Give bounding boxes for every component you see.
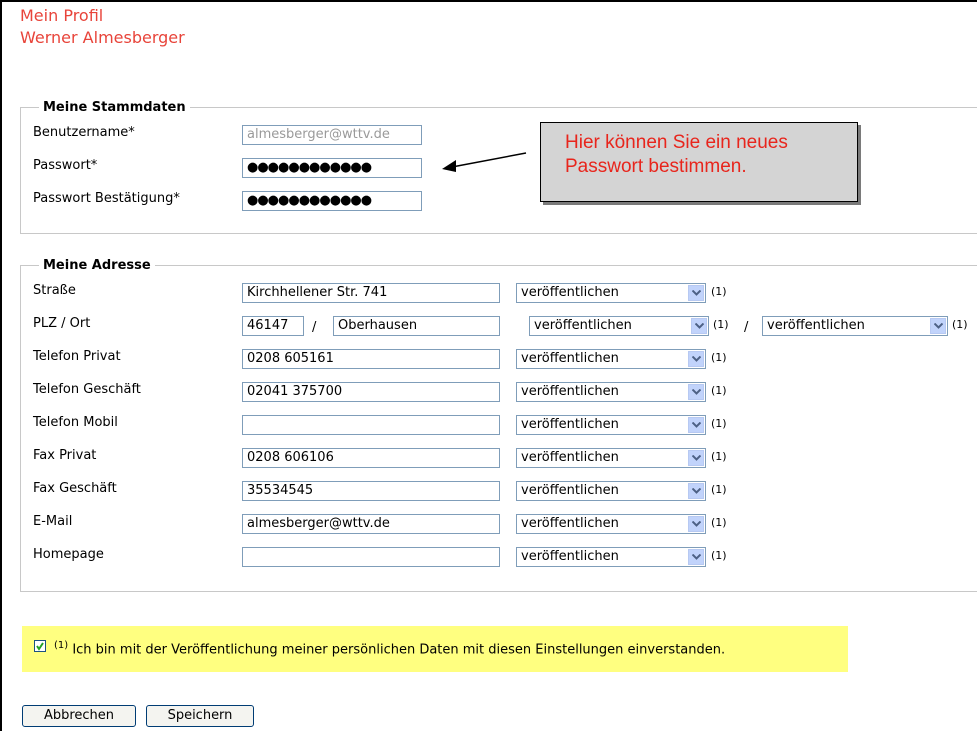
callout-arrow-icon (442, 152, 527, 172)
zip-city-slash: / (312, 320, 317, 335)
city-field[interactable]: Oberhausen (333, 316, 500, 336)
chevron-down-icon (688, 351, 704, 367)
zip-publish-select[interactable]: veröffentlichen (529, 316, 709, 336)
fax-private-publish-value: veröffentlichen (521, 450, 619, 465)
cancel-button[interactable]: Abbrechen (22, 705, 136, 727)
street-publish-select[interactable]: veröffentlichen (516, 283, 706, 303)
homepage-field[interactable] (242, 547, 500, 567)
consent-text: (1) Ich bin mit der Veröffentlichung mei… (54, 640, 725, 657)
phone-private-footnote: (1) (711, 351, 727, 364)
homepage-footnote: (1) (711, 549, 727, 562)
consent-checkbox[interactable] (34, 640, 46, 652)
password-label: Passwort* (33, 158, 98, 173)
chevron-down-icon (688, 384, 704, 400)
save-button[interactable]: Speichern (146, 705, 254, 727)
chevron-down-icon (688, 549, 704, 565)
fax-private-label: Fax Privat (33, 448, 97, 463)
phone-mobile-field[interactable] (242, 415, 500, 435)
fax-private-footnote: (1) (711, 450, 727, 463)
fax-business-field[interactable]: 35534545 (242, 481, 500, 501)
username-field[interactable]: almesberger@wttv.de (242, 125, 422, 145)
street-field[interactable]: Kirchhellener Str. 741 (242, 283, 500, 303)
zip-footnote: (1) (713, 318, 729, 331)
homepage-publish-select[interactable]: veröffentlichen (516, 547, 706, 567)
chevron-down-icon (688, 285, 704, 301)
phone-private-field[interactable]: 0208 605161 (242, 349, 500, 369)
phone-mobile-publish-value: veröffentlichen (521, 417, 619, 432)
username-label: Benutzername* (33, 125, 135, 140)
phone-mobile-label: Telefon Mobil (33, 415, 118, 430)
page-title: Mein Profil (20, 6, 104, 25)
stammdaten-legend: Meine Stammdaten (43, 100, 186, 115)
phone-business-publish-value: veröffentlichen (521, 384, 619, 399)
chevron-down-icon (688, 516, 704, 532)
email-footnote: (1) (711, 516, 727, 529)
phone-business-field[interactable]: 02041 375700 (242, 382, 500, 402)
email-label: E-Mail (33, 514, 73, 529)
city-publish-value: veröffentlichen (767, 318, 865, 333)
chevron-down-icon (688, 417, 704, 433)
password-confirm-label: Passwort Bestätigung* (33, 191, 180, 206)
password-field[interactable]: ●●●●●●●●●●●● (242, 158, 422, 178)
chevron-down-icon (930, 318, 946, 334)
chevron-down-icon (688, 450, 704, 466)
email-publish-value: veröffentlichen (521, 516, 619, 531)
zip-publish-value: veröffentlichen (534, 318, 632, 333)
chevron-down-icon (688, 483, 704, 499)
callout-line-1: Hier können Sie ein neues (565, 132, 788, 153)
fax-private-publish-select[interactable]: veröffentlichen (516, 448, 706, 468)
phone-business-label: Telefon Geschäft (33, 382, 141, 397)
frame-top-border (0, 0, 977, 2)
email-publish-select[interactable]: veröffentlichen (516, 514, 706, 534)
street-footnote: (1) (711, 285, 727, 298)
city-publish-select[interactable]: veröffentlichen (762, 316, 948, 336)
email-field[interactable]: almesberger@wttv.de (242, 514, 500, 534)
consent-footnote: (1) (54, 640, 69, 651)
phone-business-footnote: (1) (711, 384, 727, 397)
callout-line-2: Passwort bestimmen. (565, 156, 747, 177)
fax-business-footnote: (1) (711, 483, 727, 496)
fax-business-publish-value: veröffentlichen (521, 483, 619, 498)
consent-label: Ich bin mit der Veröffentlichung meiner … (72, 642, 726, 658)
fax-private-field[interactable]: 0208 606106 (242, 448, 500, 468)
zip-footnote-slash: / (744, 320, 749, 335)
phone-private-publish-select[interactable]: veröffentlichen (516, 349, 706, 369)
street-publish-value: veröffentlichen (521, 285, 619, 300)
phone-mobile-footnote: (1) (711, 417, 727, 430)
password-confirm-field[interactable]: ●●●●●●●●●●●● (242, 191, 422, 211)
profile-name: Werner Almesberger (20, 28, 185, 47)
adresse-legend: Meine Adresse (43, 258, 151, 273)
frame-left-border (0, 0, 2, 731)
phone-private-label: Telefon Privat (33, 349, 121, 364)
street-label: Straße (33, 283, 76, 298)
fax-business-label: Fax Geschäft (33, 481, 117, 496)
callout-box: Hier können Sie ein neues Passwort besti… (540, 122, 858, 202)
city-footnote: (1) (952, 318, 968, 331)
checkmark-icon (36, 642, 44, 651)
homepage-publish-value: veröffentlichen (521, 549, 619, 564)
fax-business-publish-select[interactable]: veröffentlichen (516, 481, 706, 501)
homepage-label: Homepage (33, 547, 104, 562)
phone-private-publish-value: veröffentlichen (521, 351, 619, 366)
chevron-down-icon (691, 318, 707, 334)
phone-mobile-publish-select[interactable]: veröffentlichen (516, 415, 706, 435)
phone-business-publish-select[interactable]: veröffentlichen (516, 382, 706, 402)
zip-field[interactable]: 46147 (242, 316, 304, 336)
consent-area: (1) Ich bin mit der Veröffentlichung mei… (22, 626, 848, 672)
zip-city-label: PLZ / Ort (33, 316, 91, 331)
